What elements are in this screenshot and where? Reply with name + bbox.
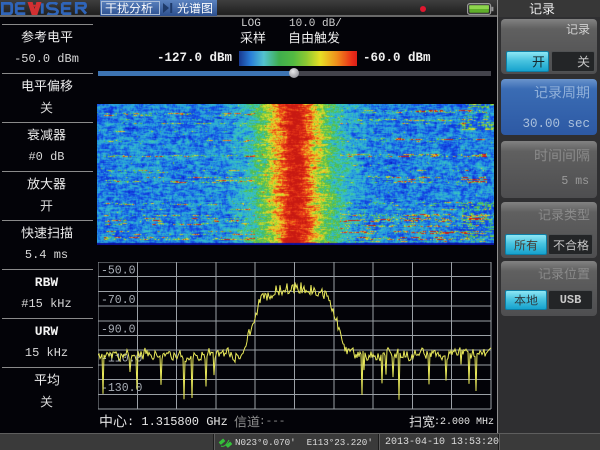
svg-text:-90.0: -90.0	[101, 323, 136, 336]
svg-text:-70.0: -70.0	[101, 294, 136, 307]
svg-text:-50.0: -50.0	[101, 265, 136, 278]
svg-text:-130.0: -130.0	[101, 382, 143, 395]
